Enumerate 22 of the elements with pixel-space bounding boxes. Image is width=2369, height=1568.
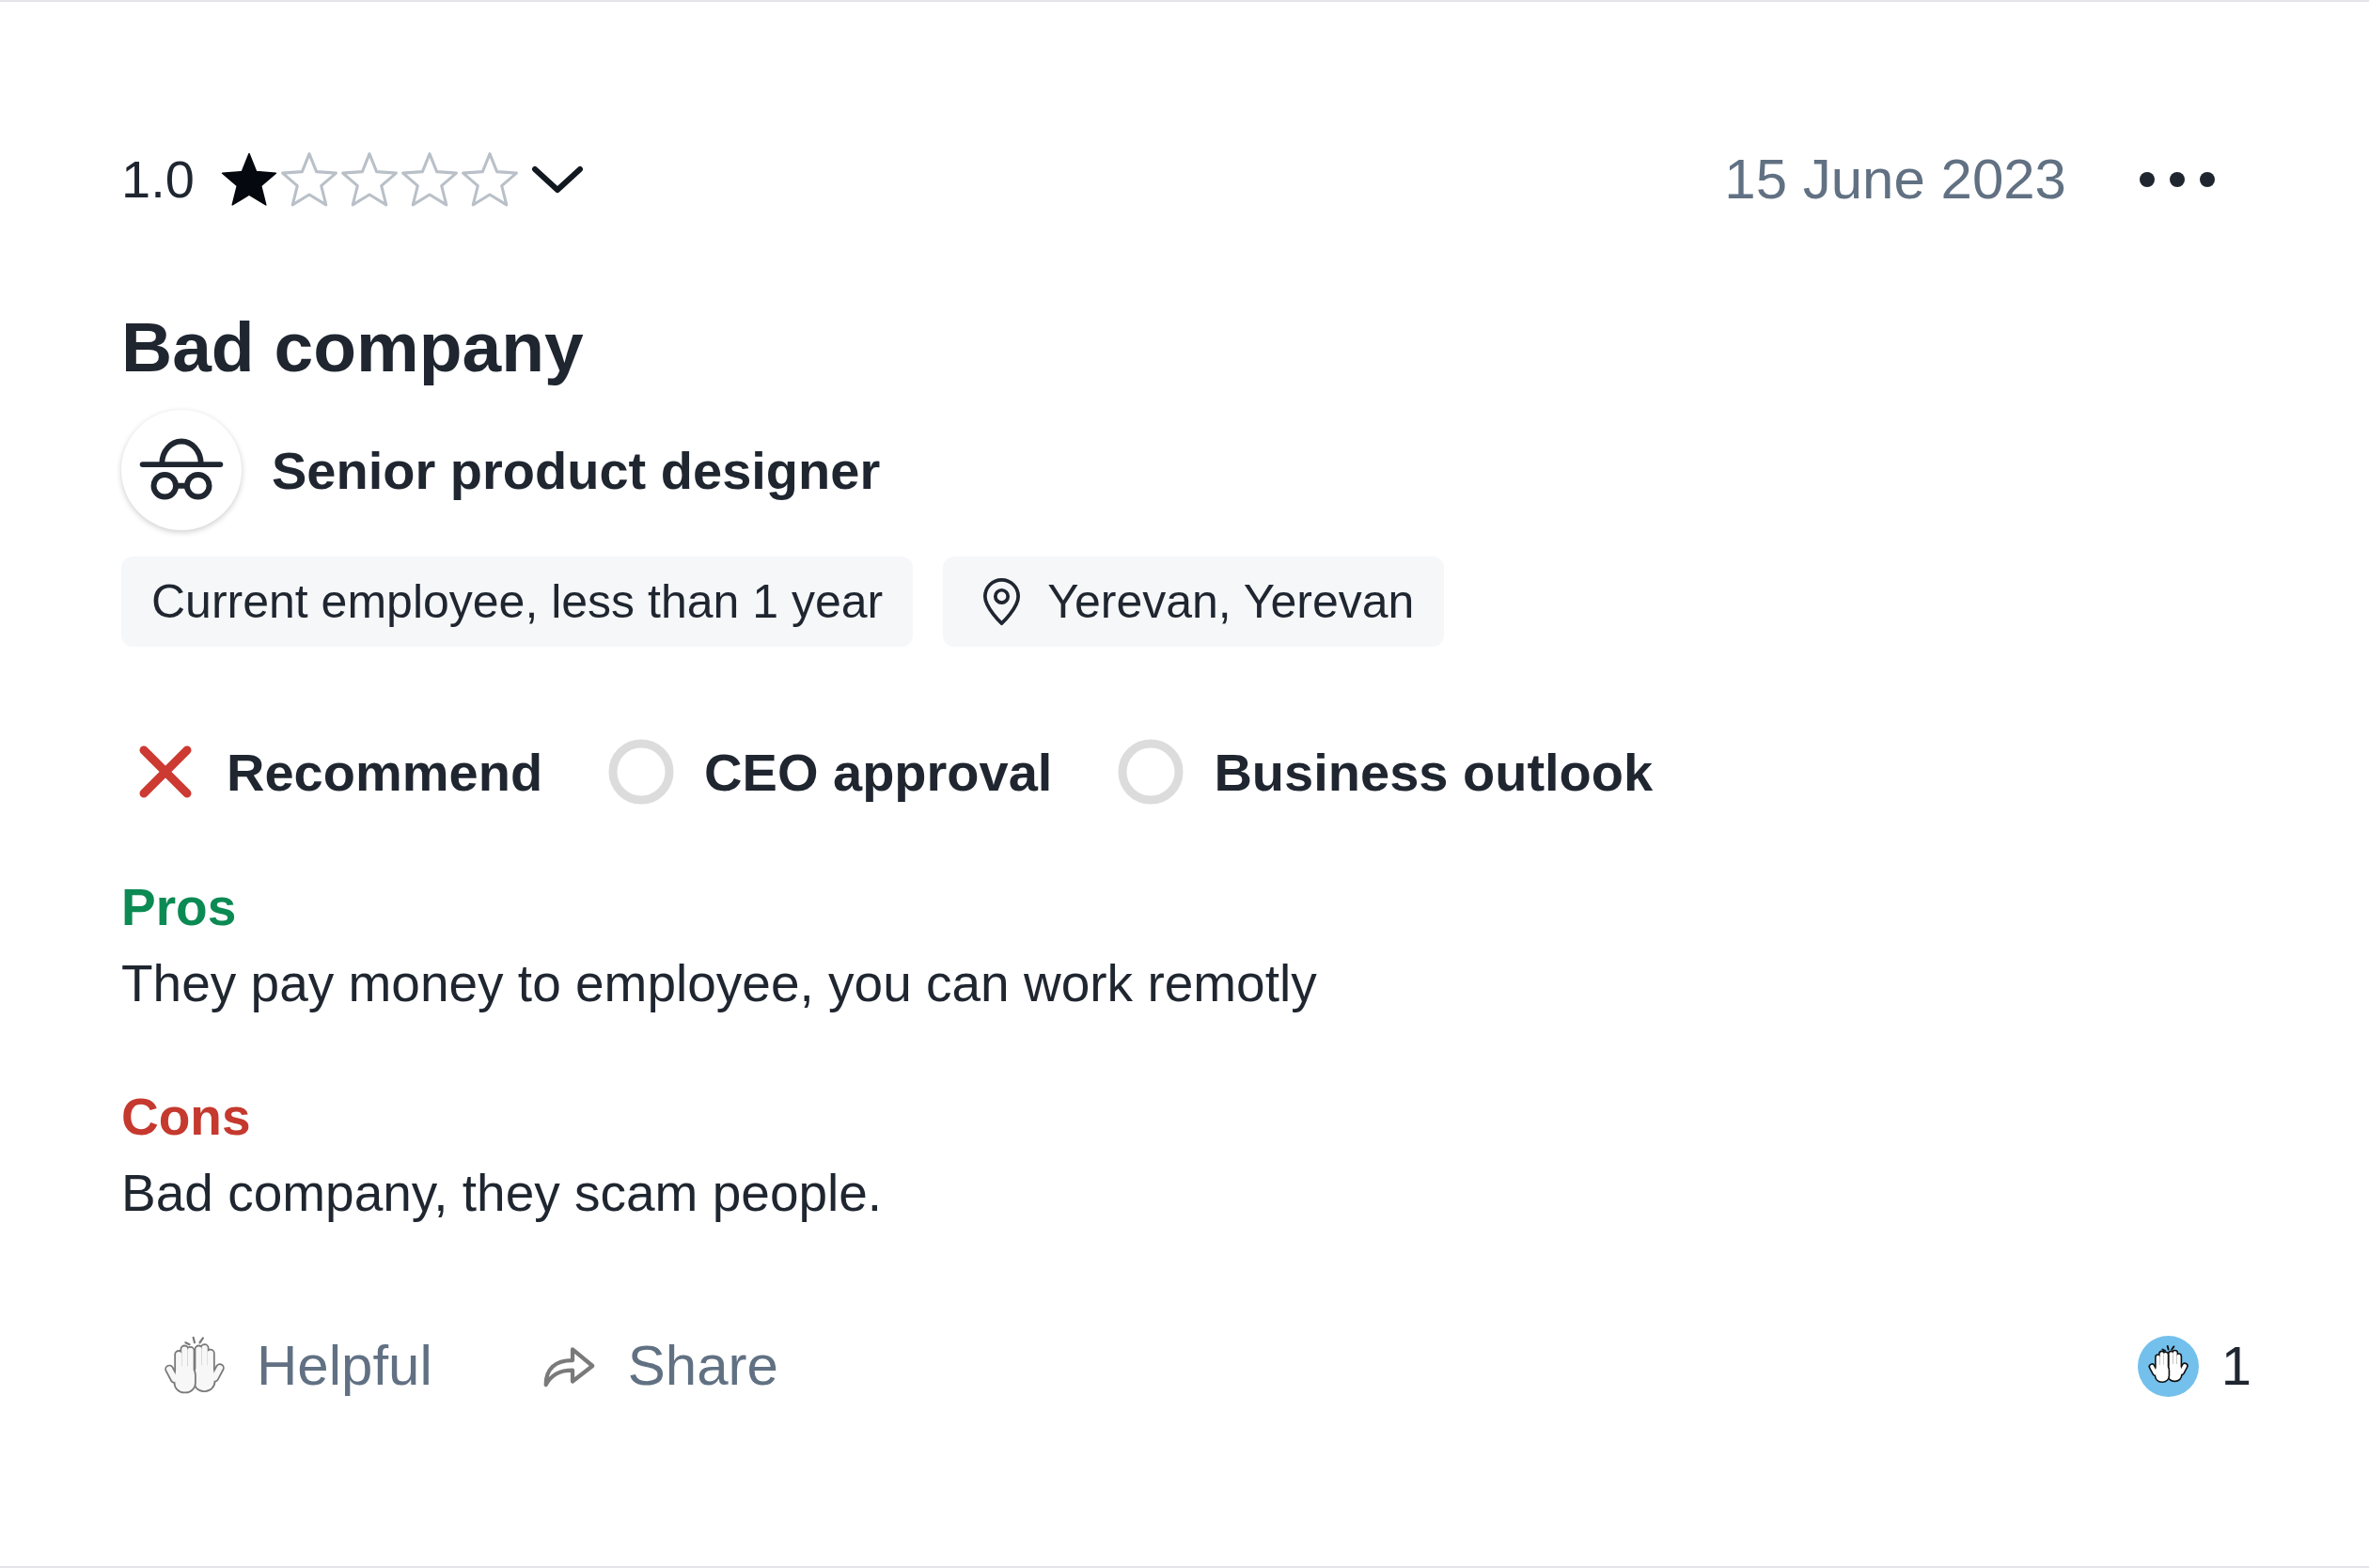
review-date: 15 June 2023 xyxy=(1724,151,2066,208)
job-title: Senior product designer xyxy=(272,439,881,501)
location-text: Yerevan, Yerevan xyxy=(1047,574,1415,629)
section-heading: Pros xyxy=(121,877,237,938)
indicator-label: Business outlook xyxy=(1214,741,1654,803)
review-text: They pay money to employee, you can work remotly xyxy=(121,953,1317,1014)
more-options-icon[interactable] xyxy=(2139,171,2216,188)
indicator-label: Recommend xyxy=(227,741,543,803)
helpful-count: 1 xyxy=(2220,1339,2251,1393)
rating-value: 1.0 xyxy=(121,153,195,206)
helpful-button[interactable]: Helpful xyxy=(164,1335,432,1397)
cross-icon xyxy=(139,745,192,798)
review-text: Bad company, they scam people. xyxy=(121,1163,883,1224)
high-five-icon xyxy=(2137,1335,2199,1397)
indicator-label: CEO approval xyxy=(704,741,1053,803)
share-button[interactable]: Share xyxy=(541,1335,778,1397)
ring-icon xyxy=(608,739,675,805)
ring-icon xyxy=(1118,739,1184,805)
review-title: Bad company xyxy=(121,306,584,388)
chevron-down-icon[interactable] xyxy=(530,165,584,194)
employment-tag: Current employee, less than 1 year xyxy=(121,557,914,647)
section-heading: Cons xyxy=(121,1087,251,1148)
